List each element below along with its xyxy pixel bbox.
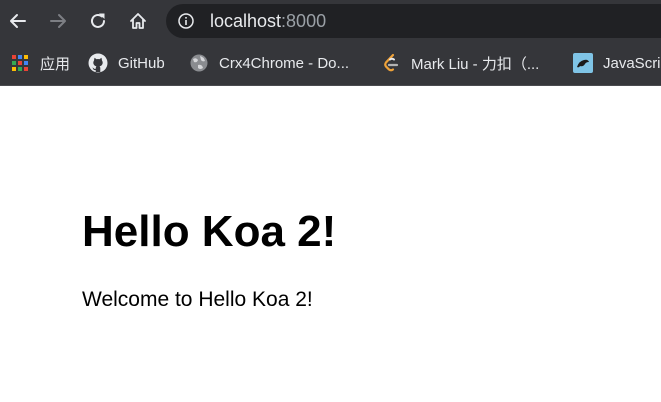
url-port: :8000 [281, 11, 327, 31]
javascript-icon [573, 53, 593, 73]
forward-button[interactable] [44, 7, 72, 35]
page-paragraph: Welcome to Hello Koa 2! [82, 288, 313, 311]
back-button[interactable] [4, 7, 32, 35]
home-button[interactable] [124, 7, 152, 35]
bookmark-label: Mark Liu - 力扣（... [411, 55, 540, 73]
home-icon [130, 13, 146, 29]
bookmark-label: Crx4Chrome - Do... [219, 54, 350, 72]
bookmark-apps[interactable]: 应用 [10, 52, 70, 74]
reload-button[interactable] [84, 7, 112, 35]
bookmark-label: JavaScri [603, 54, 661, 72]
bookmark-github[interactable]: GitHub [88, 52, 165, 74]
bookmark-crx4chrome[interactable]: Crx4Chrome - Do... [189, 52, 349, 74]
url-text[interactable]: localhost:8000 [210, 11, 326, 31]
reload-icon [91, 13, 105, 28]
leetcode-icon [381, 53, 401, 73]
url-host: localhost [210, 11, 282, 31]
bookmark-javascript[interactable]: JavaScri [573, 52, 661, 74]
bookmark-label: 应用 [40, 55, 71, 73]
bookmarks-bar: 应用 GitHub Crx4Chrome - Do... Mark Liu - … [0, 42, 661, 86]
browser-toolbar: localhost:8000 [0, 0, 661, 42]
apps-grid-icon [10, 53, 30, 73]
bookmark-leetcode[interactable]: Mark Liu - 力扣（... [381, 52, 539, 74]
page-content: Hello Koa 2! Welcome to Hello Koa 2! [0, 86, 661, 402]
globe-icon [189, 53, 209, 73]
page-heading: Hello Koa 2! [82, 207, 337, 256]
info-icon[interactable] [178, 13, 194, 29]
address-bar[interactable]: localhost:8000 [166, 4, 661, 38]
github-icon [88, 53, 108, 73]
bookmark-label: GitHub [118, 54, 165, 72]
back-arrow-icon [10, 14, 26, 28]
forward-arrow-icon [50, 14, 66, 28]
